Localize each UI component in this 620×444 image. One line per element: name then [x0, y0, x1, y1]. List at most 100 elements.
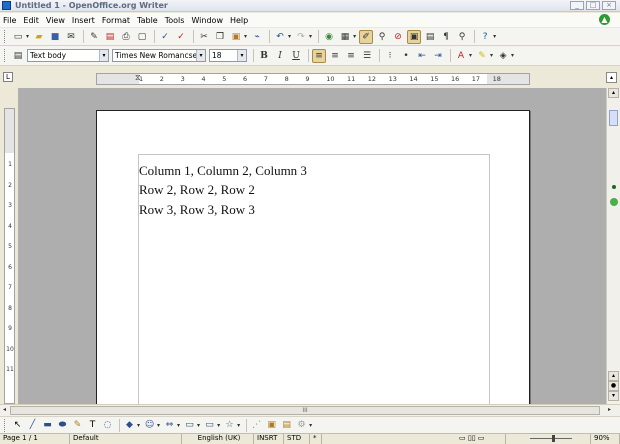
menu-table[interactable]: Table	[137, 16, 158, 25]
selection-mode-indicator[interactable]: STD	[284, 434, 310, 444]
update-available-icon[interactable]: ▲	[599, 14, 610, 25]
page-style-indicator[interactable]: Default	[70, 434, 182, 444]
background-dropdown-icon[interactable]: ▾	[511, 52, 514, 59]
open-icon[interactable]: ▰	[32, 30, 46, 44]
styles-icon[interactable]: ▤	[11, 49, 25, 63]
basic-shapes-dropdown-icon[interactable]: ▾	[137, 422, 140, 429]
navigation-dot-icon[interactable]	[612, 185, 616, 189]
vertical-scrollbar[interactable]: ▴ ▴ ● ▾	[606, 88, 620, 404]
menu-view[interactable]: View	[46, 16, 65, 25]
gallery-icon[interactable]: ▣	[407, 29, 422, 44]
print-icon[interactable]: ⎙	[119, 30, 133, 44]
callouts-icon[interactable]: ◌	[101, 419, 114, 432]
align-center-icon[interactable]: ≡	[328, 49, 342, 63]
from-file-icon[interactable]: ▤	[280, 419, 293, 432]
redo-icon[interactable]: ↷	[294, 30, 308, 44]
redo-dropdown-icon[interactable]: ▾	[309, 33, 312, 40]
new-dropdown-icon[interactable]: ▾	[26, 33, 29, 40]
callout-shapes-icon[interactable]: ▭	[203, 419, 216, 432]
highlighting-icon[interactable]: ✎	[475, 49, 489, 63]
menu-tools[interactable]: Tools	[165, 16, 185, 25]
horizontal-scroll-thumb[interactable]: III	[10, 406, 600, 415]
menu-insert[interactable]: Insert	[72, 16, 95, 25]
chevron-down-icon[interactable]: ▾	[99, 50, 108, 61]
navigation-circle-icon[interactable]	[610, 198, 618, 206]
cut-icon[interactable]: ✂	[197, 30, 211, 44]
symbol-shapes-dropdown-icon[interactable]: ▾	[157, 422, 160, 429]
maximize-button[interactable]: □	[586, 1, 600, 10]
block-arrows-dropdown-icon[interactable]: ▾	[177, 422, 180, 429]
text-icon[interactable]: T	[86, 419, 99, 432]
document-line[interactable]: Column 1, Column 2, Column 3	[139, 163, 307, 179]
document-line[interactable]: Row 3, Row 3, Row 3	[139, 202, 255, 218]
toolbar-grip[interactable]	[4, 30, 7, 43]
save-icon[interactable]: ■	[48, 30, 62, 44]
callout-shapes-dropdown-icon[interactable]: ▾	[217, 422, 220, 429]
next-page-icon[interactable]: ▾	[608, 391, 619, 401]
spellcheck-icon[interactable]: ✓	[158, 30, 172, 44]
vertical-ruler[interactable]: 1 2 3 4 5 6 7 8 9 10 11	[4, 108, 15, 404]
basic-shapes-icon[interactable]: ◆	[123, 419, 136, 432]
page-indicator[interactable]: Page 1 / 1	[0, 434, 70, 444]
justify-icon[interactable]: ☰	[360, 49, 374, 63]
undo-icon[interactable]: ↶	[273, 30, 287, 44]
ruler-toggle-icon[interactable]: ▴	[606, 72, 617, 83]
stars-icon[interactable]: ☆	[223, 419, 236, 432]
zoom-level[interactable]: 90%	[590, 434, 620, 444]
align-left-icon[interactable]: ≡	[312, 48, 326, 63]
extrusion-icon[interactable]: ⚙	[295, 419, 308, 432]
show-draw-functions-icon[interactable]: ✐	[359, 29, 374, 44]
menu-format[interactable]: Format	[102, 16, 130, 25]
horizontal-ruler[interactable]: ⧖ 1 2 3 4 5 6 7 8 9 10 11 12 13 14 15 16 17 18	[96, 73, 530, 85]
select-icon[interactable]: ↖	[11, 419, 24, 432]
zoom-slider[interactable]	[520, 435, 582, 442]
bold-button[interactable]: B	[257, 49, 271, 63]
decrease-indent-icon[interactable]: ⇤	[415, 49, 429, 63]
scroll-right-icon[interactable]: ▸	[605, 406, 614, 415]
help-icon[interactable]: ?	[478, 30, 492, 44]
block-arrows-icon[interactable]: ⇔	[163, 419, 176, 432]
table-dropdown-icon[interactable]: ▾	[353, 33, 356, 40]
export-pdf-icon[interactable]: ▤	[103, 30, 117, 44]
minimize-button[interactable]: _	[570, 1, 584, 10]
close-button[interactable]: ×	[602, 1, 616, 10]
menu-window[interactable]: Window	[191, 16, 223, 25]
nonprinting-characters-icon[interactable]: ¶	[439, 30, 453, 44]
document-line[interactable]: Row 2, Row 2, Row 2	[139, 182, 255, 198]
new-document-icon[interactable]: ▭	[11, 30, 25, 44]
toolbar-options-icon[interactable]: ▾	[309, 422, 312, 429]
freeform-icon[interactable]: ✎	[71, 419, 84, 432]
edit-file-icon[interactable]: ✎	[87, 30, 101, 44]
ellipse-icon[interactable]: ⬬	[56, 419, 69, 432]
font-color-dropdown-icon[interactable]: ▾	[469, 52, 472, 59]
toolbar-options-icon[interactable]: ▾	[493, 33, 496, 40]
font-color-icon[interactable]: A	[454, 49, 468, 63]
rectangle-icon[interactable]: ▬	[41, 419, 54, 432]
numbering-icon[interactable]: ⁝	[383, 49, 397, 63]
email-icon[interactable]: ✉	[64, 30, 78, 44]
highlighting-dropdown-icon[interactable]: ▾	[490, 52, 493, 59]
zoom-knob[interactable]	[552, 435, 555, 442]
hyperlink-icon[interactable]: ◉	[322, 30, 336, 44]
vertical-scroll-thumb[interactable]	[609, 110, 618, 126]
stars-dropdown-icon[interactable]: ▾	[237, 422, 240, 429]
align-right-icon[interactable]: ≡	[344, 49, 358, 63]
chevron-down-icon[interactable]: ▾	[196, 50, 205, 61]
scroll-left-icon[interactable]: ◂	[0, 406, 9, 415]
insert-mode-indicator[interactable]: INSRT	[254, 434, 284, 444]
language-indicator[interactable]: English (UK)	[182, 434, 254, 444]
view-layout-buttons[interactable]: ▭ ▯▯ ▭	[456, 434, 506, 444]
menu-file[interactable]: File	[3, 16, 16, 25]
navigator-icon[interactable]: ⊘	[391, 30, 405, 44]
flowcharts-dropdown-icon[interactable]: ▾	[197, 422, 200, 429]
paste-dropdown-icon[interactable]: ▾	[244, 33, 247, 40]
paste-icon[interactable]: ▣	[229, 30, 243, 44]
page-preview-icon[interactable]: ▢	[135, 30, 149, 44]
undo-dropdown-icon[interactable]: ▾	[288, 33, 291, 40]
horizontal-scrollbar[interactable]: ◂ III ▸	[0, 404, 620, 416]
flowcharts-icon[interactable]: ▭	[183, 419, 196, 432]
document-page[interactable]: Column 1, Column 2, Column 3 Row 2, Row …	[96, 110, 530, 404]
chevron-down-icon[interactable]: ▾	[237, 50, 246, 61]
paragraph-style-field[interactable]: Text body ▾	[27, 49, 109, 62]
toolbar-grip[interactable]	[4, 49, 7, 62]
